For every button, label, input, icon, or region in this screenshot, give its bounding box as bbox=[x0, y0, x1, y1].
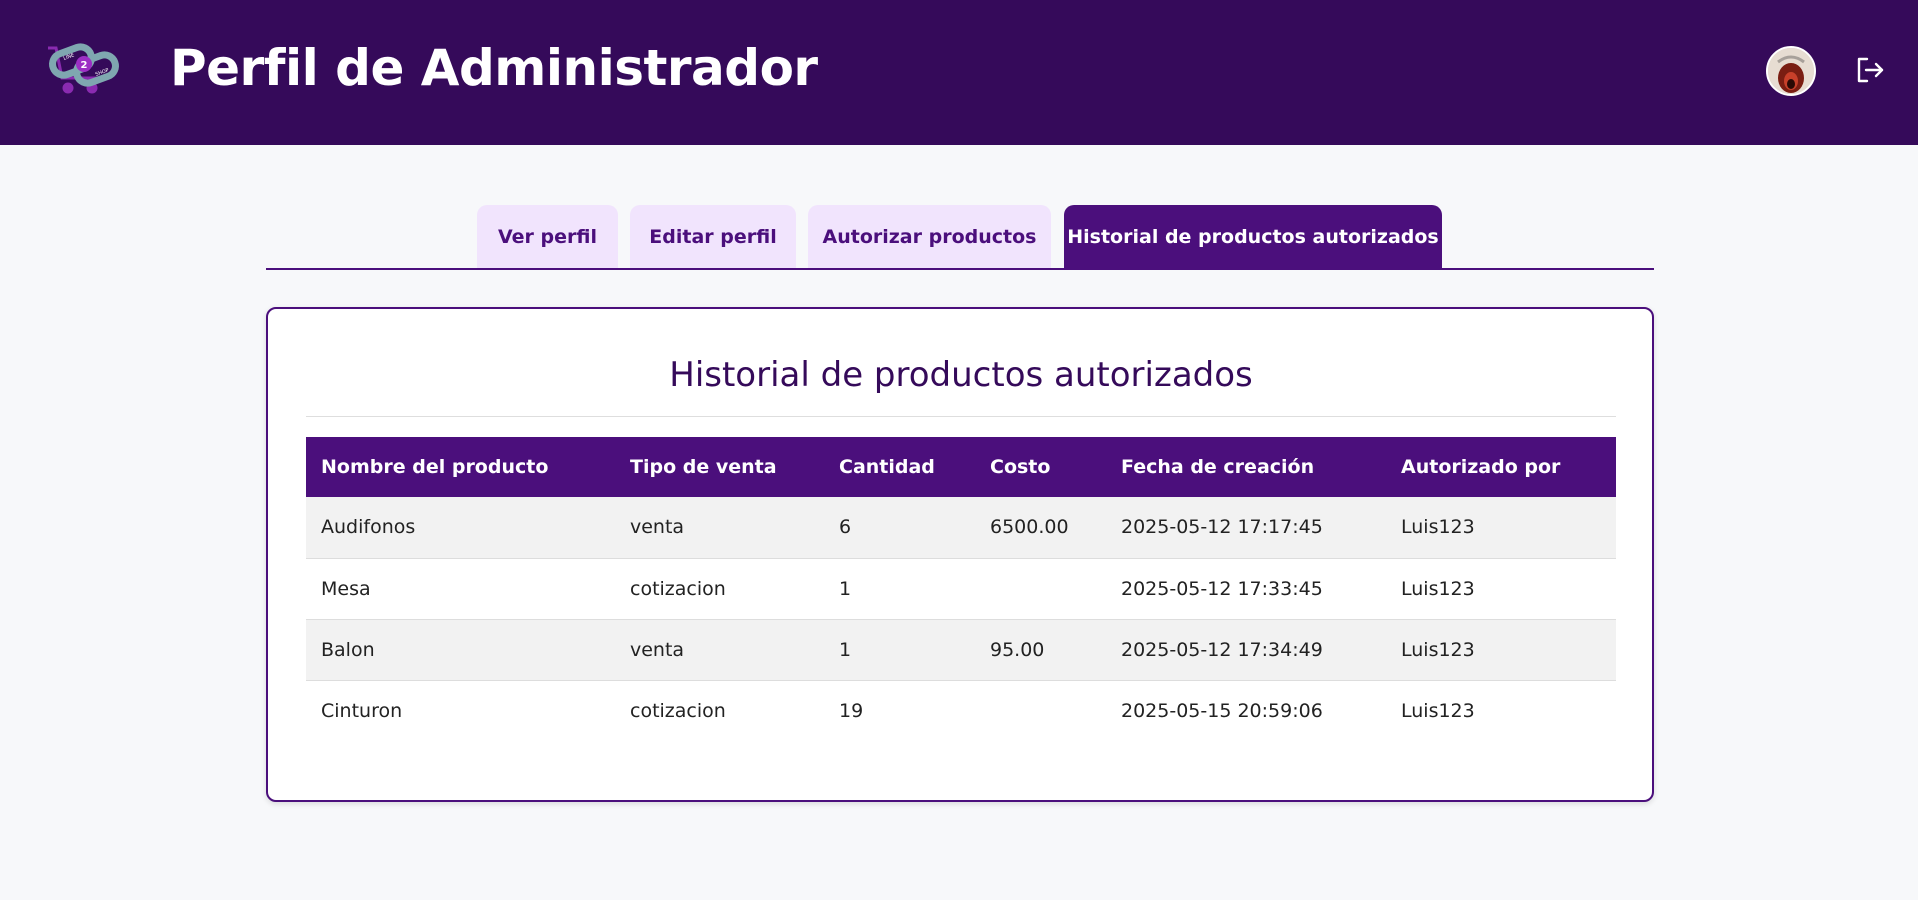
product-name-cell: Balon bbox=[306, 619, 615, 681]
table-row: Audifonos venta 6 6500.00 2025-05-12 17:… bbox=[306, 497, 1616, 559]
column-header: Tipo de venta bbox=[630, 456, 777, 478]
tab-editar-perfil[interactable]: Editar perfil bbox=[630, 205, 796, 268]
tab-historial-productos-autorizados[interactable]: Historial de productos autorizados bbox=[1064, 205, 1442, 268]
column-header: Cantidad bbox=[839, 456, 935, 478]
cart-link-logo-icon[interactable]: 2 LINE SHOP bbox=[46, 40, 124, 100]
profile-tabs: Ver perfil Editar perfil Autorizar produ… bbox=[266, 205, 1654, 270]
column-header: Costo bbox=[990, 456, 1051, 478]
user-avatar[interactable] bbox=[1766, 46, 1816, 96]
authorized-by-cell: Luis123 bbox=[1386, 558, 1616, 620]
cost-cell: 6500.00 bbox=[975, 497, 1106, 559]
svg-text:2: 2 bbox=[81, 60, 88, 71]
section-title: Historial de productos autorizados bbox=[669, 355, 1253, 395]
history-card: Historial de productos autorizados Nombr… bbox=[266, 307, 1654, 802]
created-date-cell: 2025-05-12 17:34:49 bbox=[1106, 619, 1386, 681]
sale-type-cell: venta bbox=[615, 497, 824, 559]
sale-type-cell: venta bbox=[615, 619, 824, 681]
table-row: Balon venta 1 95.00 2025-05-12 17:34:49 … bbox=[306, 619, 1616, 681]
created-date-cell: 2025-05-12 17:17:45 bbox=[1106, 497, 1386, 559]
column-header: Autorizado por bbox=[1401, 456, 1561, 478]
table-header-row: Nombre del producto Tipo de venta Cantid… bbox=[306, 437, 1616, 497]
authorized-by-cell: Luis123 bbox=[1386, 619, 1616, 681]
table-row: Cinturon cotizacion 19 2025-05-15 20:59:… bbox=[306, 680, 1616, 741]
title-divider bbox=[306, 416, 1616, 417]
quantity-cell: 1 bbox=[824, 619, 975, 681]
page-title: Perfil de Administrador bbox=[170, 39, 818, 97]
product-name-cell: Audifonos bbox=[306, 497, 615, 559]
tab-autorizar-productos[interactable]: Autorizar productos bbox=[808, 205, 1051, 268]
quantity-cell: 1 bbox=[824, 558, 975, 620]
logout-icon[interactable] bbox=[1854, 54, 1886, 86]
sale-type-cell: cotizacion bbox=[615, 558, 824, 620]
authorized-by-cell: Luis123 bbox=[1386, 497, 1616, 559]
authorized-by-cell: Luis123 bbox=[1401, 699, 1475, 722]
created-date-cell: 2025-05-15 20:59:06 bbox=[1121, 699, 1323, 722]
cost-cell bbox=[975, 680, 1106, 741]
column-header: Fecha de creación bbox=[1121, 456, 1315, 478]
column-header: Nombre del producto bbox=[321, 456, 549, 478]
table-row: Mesa cotizacion 1 2025-05-12 17:33:45 Lu… bbox=[306, 558, 1616, 620]
authorized-products-table: Nombre del producto Tipo de venta Cantid… bbox=[306, 437, 1616, 741]
quantity-cell: 6 bbox=[824, 497, 975, 559]
product-name-cell: Cinturon bbox=[321, 699, 403, 722]
sale-type-cell: cotizacion bbox=[630, 699, 726, 722]
product-name-cell: Mesa bbox=[306, 558, 615, 620]
top-header: 2 LINE SHOP Perfil de Administrador bbox=[0, 0, 1918, 145]
tab-ver-perfil[interactable]: Ver perfil bbox=[477, 205, 618, 268]
quantity-cell: 19 bbox=[839, 699, 864, 722]
cost-cell bbox=[975, 558, 1106, 620]
cost-cell: 95.00 bbox=[975, 619, 1106, 681]
created-date-cell: 2025-05-12 17:33:45 bbox=[1106, 558, 1386, 620]
